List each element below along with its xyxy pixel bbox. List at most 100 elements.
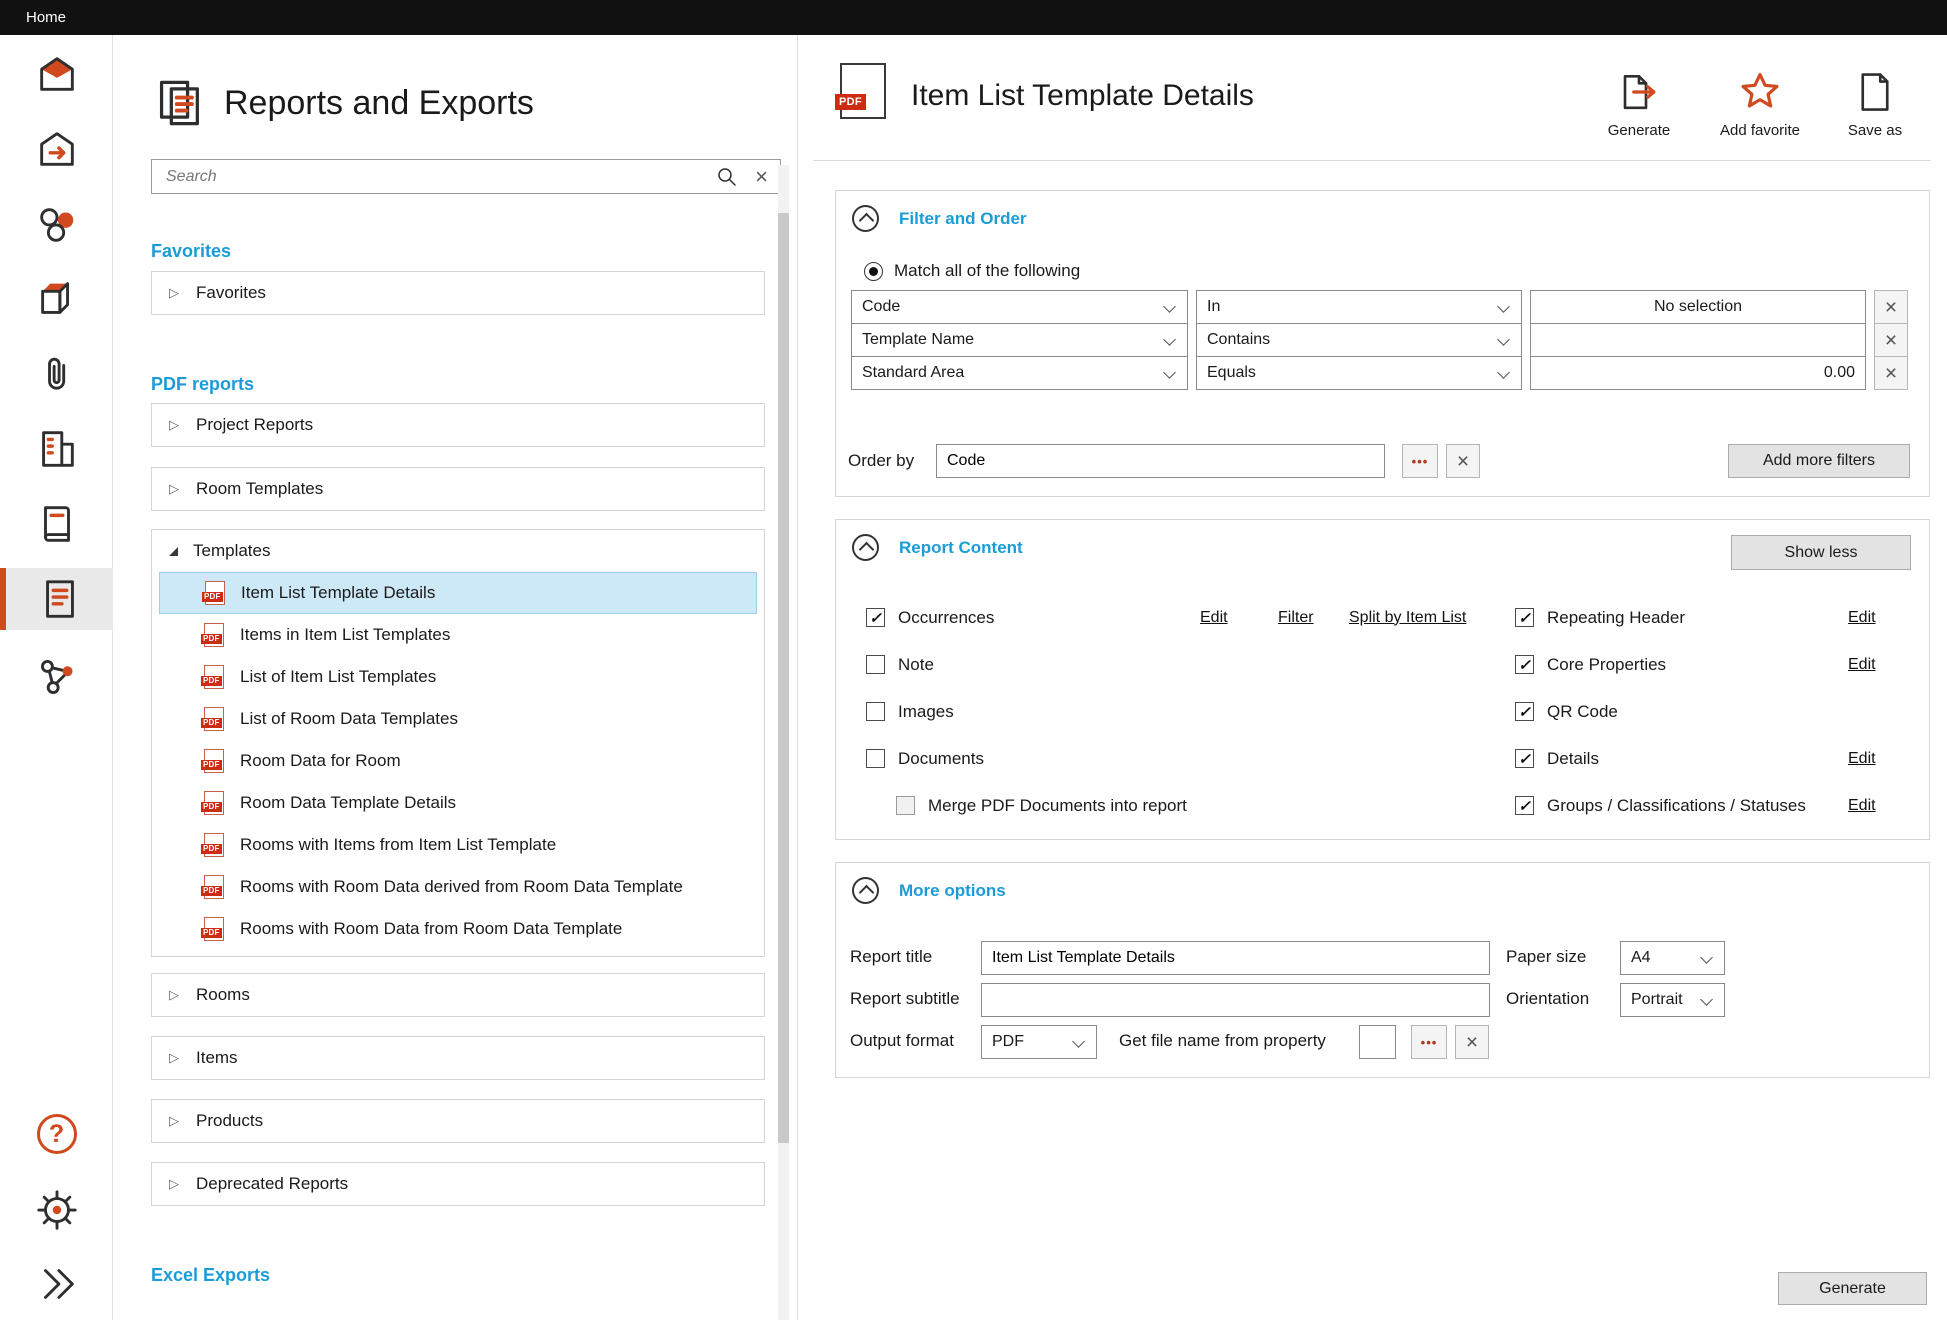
documents-checkbox[interactable] bbox=[866, 749, 885, 768]
search-icon[interactable] bbox=[715, 165, 739, 189]
save-as-button[interactable]: Save as bbox=[1815, 71, 1935, 139]
generate-toolbar-button[interactable]: Generate bbox=[1579, 71, 1699, 139]
filter-row: Code In No selection × bbox=[851, 290, 1908, 324]
occurrences-checkbox[interactable]: ✓ bbox=[866, 608, 885, 627]
pdf-file-icon: PDF bbox=[204, 623, 224, 647]
paper-size-select[interactable]: A4 bbox=[1620, 941, 1725, 975]
pdf-file-icon: PDF bbox=[204, 791, 224, 815]
list-item[interactable]: PDF Room Data Template Details bbox=[159, 782, 757, 824]
nav-rooms-button[interactable] bbox=[0, 118, 113, 180]
list-item[interactable]: PDF List of Room Data Templates bbox=[159, 698, 757, 740]
field-select[interactable]: Standard Area bbox=[851, 356, 1188, 390]
group-deprecated-reports[interactable]: ▷ Deprecated Reports bbox=[151, 1162, 765, 1206]
add-more-filters-button[interactable]: Add more filters bbox=[1728, 444, 1910, 478]
edit-link[interactable]: Edit bbox=[1200, 609, 1228, 627]
edit-link[interactable]: Edit bbox=[1848, 750, 1876, 768]
top-bar: Home bbox=[0, 0, 1947, 35]
field-select[interactable]: Code bbox=[851, 290, 1188, 324]
nav-model-button[interactable] bbox=[0, 43, 113, 105]
remove-filter-button[interactable]: × bbox=[1874, 290, 1908, 324]
expander-icon: ▷ bbox=[169, 417, 181, 433]
groups-classifications-checkbox[interactable]: ✓ bbox=[1515, 796, 1534, 815]
nav-items-button[interactable] bbox=[0, 268, 113, 330]
list-item-selected[interactable]: PDF Item List Template Details bbox=[159, 572, 757, 614]
generate-button[interactable]: Generate bbox=[1778, 1272, 1927, 1305]
edit-link[interactable]: Edit bbox=[1848, 656, 1876, 674]
core-properties-checkbox[interactable]: ✓ bbox=[1515, 655, 1534, 674]
group-templates-header[interactable]: Templates bbox=[152, 530, 764, 572]
collapse-section-button[interactable] bbox=[852, 534, 879, 561]
filter-value-field[interactable]: 0.00 bbox=[1530, 356, 1866, 390]
filter-link[interactable]: Filter bbox=[1278, 609, 1314, 627]
repeating-header-checkbox[interactable]: ✓ bbox=[1515, 608, 1534, 627]
list-item[interactable]: PDF Items in Item List Templates bbox=[159, 614, 757, 656]
nav-network-button[interactable] bbox=[0, 646, 113, 708]
report-title-input[interactable] bbox=[981, 941, 1490, 975]
filter-value-field[interactable]: No selection bbox=[1530, 290, 1866, 324]
nav-attachments-button[interactable] bbox=[0, 343, 113, 405]
clear-filename-property-button[interactable]: × bbox=[1455, 1025, 1489, 1059]
filename-property-more-button[interactable]: ••• bbox=[1411, 1025, 1447, 1059]
group-items[interactable]: ▷ Items bbox=[151, 1036, 765, 1080]
settings-button[interactable] bbox=[0, 1179, 113, 1241]
group-project-reports[interactable]: ▷ Project Reports bbox=[151, 403, 765, 447]
spheres-icon bbox=[34, 201, 80, 247]
output-format-label: Output format bbox=[850, 1031, 954, 1051]
add-favorite-button[interactable]: Add favorite bbox=[1700, 71, 1820, 139]
more-options-section: More options Report title Paper size A4 … bbox=[835, 862, 1930, 1078]
edit-link[interactable]: Edit bbox=[1848, 797, 1876, 815]
qr-code-checkbox[interactable]: ✓ bbox=[1515, 702, 1534, 721]
note-checkbox[interactable] bbox=[866, 655, 885, 674]
collapse-section-button[interactable] bbox=[852, 877, 879, 904]
group-products[interactable]: ▷ Products bbox=[151, 1099, 765, 1143]
search-input[interactable] bbox=[166, 168, 699, 186]
report-content-section: Report Content Show less ✓ Occurrences E… bbox=[835, 519, 1930, 840]
merge-pdf-checkbox[interactable] bbox=[896, 796, 915, 815]
nav-reports-button[interactable] bbox=[0, 568, 113, 630]
output-format-select[interactable]: PDF bbox=[981, 1025, 1097, 1059]
clear-order-button[interactable]: × bbox=[1446, 444, 1480, 478]
filter-value-field[interactable] bbox=[1530, 323, 1866, 357]
nav-products-button[interactable] bbox=[0, 193, 113, 255]
group-room-templates[interactable]: ▷ Room Templates bbox=[151, 467, 765, 511]
match-all-radio[interactable] bbox=[864, 262, 883, 281]
list-item[interactable]: PDF Rooms with Items from Item List Temp… bbox=[159, 824, 757, 866]
filename-property-input[interactable] bbox=[1359, 1025, 1396, 1059]
group-favorites[interactable]: ▷ Favorites bbox=[151, 271, 765, 315]
details-checkbox[interactable]: ✓ bbox=[1515, 749, 1534, 768]
orientation-select[interactable]: Portrait bbox=[1620, 983, 1725, 1017]
scrollbar[interactable] bbox=[778, 165, 789, 1320]
list-item[interactable]: PDF Room Data for Room bbox=[159, 740, 757, 782]
order-by-input[interactable] bbox=[936, 444, 1385, 478]
order-by-more-button[interactable]: ••• bbox=[1402, 444, 1438, 478]
nav-catalog-button[interactable] bbox=[0, 493, 113, 555]
operator-select[interactable]: Contains bbox=[1196, 323, 1522, 357]
split-by-item-list-link[interactable]: Split by Item List bbox=[1349, 609, 1466, 627]
nav-project-button[interactable] bbox=[0, 418, 113, 480]
divider bbox=[813, 160, 1931, 161]
group-rooms[interactable]: ▷ Rooms bbox=[151, 973, 765, 1017]
list-item[interactable]: PDF Rooms with Room Data derived from Ro… bbox=[159, 866, 757, 908]
favorites-heading: Favorites bbox=[151, 241, 231, 262]
clear-search-icon[interactable]: × bbox=[755, 166, 768, 188]
check-icon: ✓ bbox=[1518, 609, 1531, 627]
remove-filter-button[interactable]: × bbox=[1874, 323, 1908, 357]
report-subtitle-input[interactable] bbox=[981, 983, 1490, 1017]
operator-select[interactable]: In bbox=[1196, 290, 1522, 324]
scrollbar-thumb[interactable] bbox=[778, 213, 789, 1143]
operator-select[interactable]: Equals bbox=[1196, 356, 1522, 390]
save-document-icon bbox=[1854, 71, 1896, 113]
help-button[interactable]: ? bbox=[0, 1103, 113, 1165]
edit-link[interactable]: Edit bbox=[1848, 609, 1876, 627]
checkbox-row: ✓ Core Properties Edit bbox=[1515, 641, 1915, 688]
home-menu[interactable]: Home bbox=[26, 9, 66, 26]
list-item[interactable]: PDF List of Item List Templates bbox=[159, 656, 757, 698]
collapse-rail-button[interactable] bbox=[0, 1253, 113, 1315]
images-checkbox[interactable] bbox=[866, 702, 885, 721]
show-less-button[interactable]: Show less bbox=[1731, 535, 1911, 570]
field-select[interactable]: Template Name bbox=[851, 323, 1188, 357]
collapse-section-button[interactable] bbox=[852, 205, 879, 232]
remove-filter-button[interactable]: × bbox=[1874, 356, 1908, 390]
list-item[interactable]: PDF Rooms with Room Data from Room Data … bbox=[159, 908, 757, 950]
checkbox-row: Merge PDF Documents into report bbox=[866, 782, 1511, 829]
